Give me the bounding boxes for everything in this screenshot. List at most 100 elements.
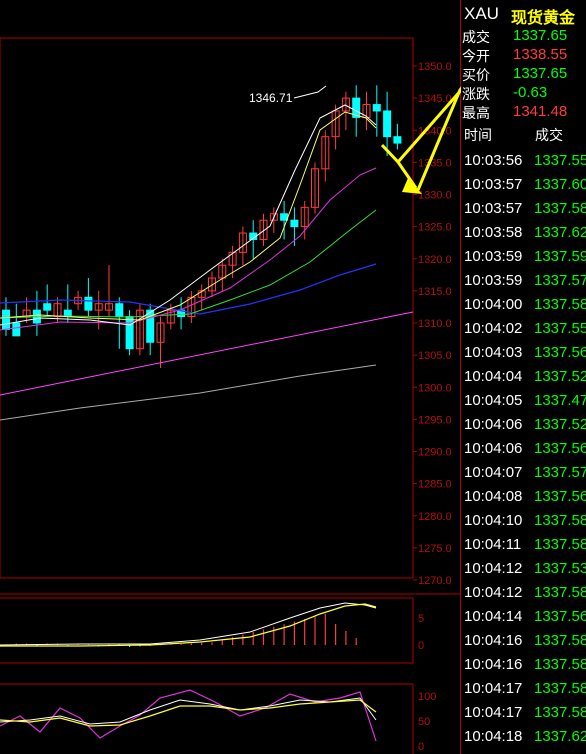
tick-row[interactable]: 10:04:12 1337.58 [461, 581, 586, 605]
price-axis-label: 1325.0 [418, 222, 452, 234]
tick-row[interactable]: 10:04:16 1337.58 [461, 629, 586, 653]
candle[interactable] [197, 284, 206, 311]
candle[interactable] [135, 303, 144, 356]
tick-time: 10:04:05 [464, 392, 523, 409]
candle[interactable] [105, 265, 113, 317]
candle[interactable] [249, 220, 258, 259]
tick-price: 1337.57 [534, 464, 586, 481]
tick-time: 10:04:12 [464, 584, 523, 601]
tick-row[interactable]: 10:04:14 1337.56 [461, 605, 586, 629]
tick-time: 10:04:10 [464, 512, 523, 529]
tick-price: 1337.58 [534, 704, 586, 721]
tick-price: 1337.56 [534, 440, 586, 457]
tick-price: 1337.57 [534, 272, 586, 289]
quote-value: -0.63 [513, 84, 548, 101]
candle[interactable] [218, 258, 227, 291]
quote-label: 买价 [462, 67, 490, 83]
candle[interactable] [362, 91, 371, 131]
macd-panel: 50 [0, 602, 424, 652]
tick-row[interactable]: 10:03:59 1337.57 [461, 269, 586, 293]
quote-value: 1337.65 [513, 27, 568, 44]
tick-time: 10:04:06 [464, 416, 523, 433]
candle[interactable] [177, 297, 186, 330]
candle[interactable] [146, 303, 155, 356]
tick-row[interactable]: 10:04:17 1337.58 [461, 677, 586, 701]
candlestick-series[interactable] [2, 85, 402, 368]
tick-row[interactable]: 10:03:58 1337.62 [461, 221, 586, 245]
kdj-axis-label: 100 [418, 691, 436, 703]
price-axis-label: 1330.0 [418, 190, 452, 202]
price-axis-label: 1335.0 [418, 157, 452, 169]
candle[interactable] [341, 91, 350, 131]
tick-row[interactable]: 10:04:04 1337.52 [461, 365, 586, 389]
tick-price: 1337.58 [534, 536, 586, 553]
price-axis-label: 1350.0 [418, 61, 452, 73]
price-axis-label: 1285.0 [418, 479, 452, 491]
candle[interactable] [94, 290, 103, 330]
tick-row[interactable]: 10:03:57 1337.58 [461, 197, 586, 221]
tick-price: 1337.62 [534, 728, 586, 745]
tick-time: 10:04:04 [464, 368, 523, 385]
tick-price: 1337.58 [534, 680, 586, 697]
tick-row[interactable]: 10:04:10 1337.58 [461, 509, 586, 533]
tick-time: 10:03:57 [464, 200, 523, 217]
candle[interactable] [259, 213, 268, 246]
tick-row[interactable]: 10:03:59 1337.59 [461, 245, 586, 269]
kdj-axis-label: 0 [418, 741, 424, 753]
tick-row[interactable]: 10:04:16 1337.58 [461, 653, 586, 677]
candle[interactable] [311, 162, 319, 214]
tick-row[interactable]: 10:04:17 1337.58 [461, 701, 586, 725]
quote-row: 买价 1337.65 [461, 64, 586, 84]
candle[interactable] [12, 303, 21, 337]
candle[interactable] [321, 130, 330, 182]
tick-row[interactable]: 10:04:08 1337.56 [461, 485, 586, 509]
price-axis-label: 1300.0 [418, 382, 452, 394]
tick-row[interactable]: 10:04:06 1337.56 [461, 437, 586, 461]
tick-time: 10:04:03 [464, 344, 523, 361]
tick-row[interactable]: 10:04:12 1337.53 [461, 557, 586, 581]
tick-time: 10:04:08 [464, 488, 523, 505]
candle[interactable] [84, 278, 93, 317]
tick-row[interactable]: 10:04:06 1337.52 [461, 413, 586, 437]
price-axis-label: 1275.0 [418, 543, 452, 555]
tick-time-header: 时间 [464, 127, 492, 143]
high-marker-label: 1346.71 [249, 91, 293, 105]
tick-row[interactable]: 10:04:07 1337.57 [461, 461, 586, 485]
instrument-header: XAU 现货黄金 [461, 0, 586, 27]
tick-price: 1337.58 [534, 512, 586, 529]
tick-time: 10:04:17 [464, 704, 523, 721]
price-axis-label: 1270.0 [418, 575, 452, 587]
tick-price: 1337.47 [534, 392, 586, 409]
candle[interactable] [156, 316, 165, 368]
tick-time: 10:04:14 [464, 608, 523, 625]
quote-value: 1338.55 [513, 46, 568, 63]
tick-row[interactable]: 10:04:05 1337.47 [461, 389, 586, 413]
candle[interactable] [372, 85, 381, 137]
tick-row[interactable]: 10:04:02 1337.55 [461, 317, 586, 341]
price-axis-label: 1320.0 [418, 254, 452, 266]
tick-row[interactable]: 10:04:18 1337.62 [461, 725, 586, 749]
tick-time: 10:03:57 [464, 176, 523, 193]
tick-row[interactable]: 10:04:03 1337.56 [461, 341, 586, 365]
tick-row[interactable]: 10:04:00 1337.58 [461, 293, 586, 317]
candle[interactable] [187, 290, 196, 323]
tick-row[interactable]: 10:03:57 1337.60 [461, 173, 586, 197]
tick-row[interactable]: 10:04:11 1337.58 [461, 533, 586, 557]
macd-axis-label: 5 [418, 613, 424, 625]
tick-time: 10:03:59 [464, 248, 523, 265]
tick-time: 10:04:00 [464, 296, 523, 313]
tick-time: 10:03:58 [464, 224, 523, 241]
quote-label: 最高 [462, 105, 490, 121]
tick-time: 10:04:02 [464, 320, 523, 337]
tick-price: 1337.56 [534, 344, 586, 361]
quote-value: 1337.65 [513, 65, 568, 82]
price-axis-label: 1295.0 [418, 414, 452, 426]
kdj-axis-label: 50 [418, 716, 430, 728]
candle[interactable] [32, 290, 41, 336]
kdj-panel: 100 50 0 [0, 689, 436, 753]
candle[interactable] [393, 123, 402, 150]
candle[interactable] [228, 245, 237, 279]
tick-price: 1337.55 [534, 320, 586, 337]
tick-price: 1337.56 [534, 488, 586, 505]
tick-row[interactable]: 10:03:56 1337.55 [461, 149, 586, 173]
